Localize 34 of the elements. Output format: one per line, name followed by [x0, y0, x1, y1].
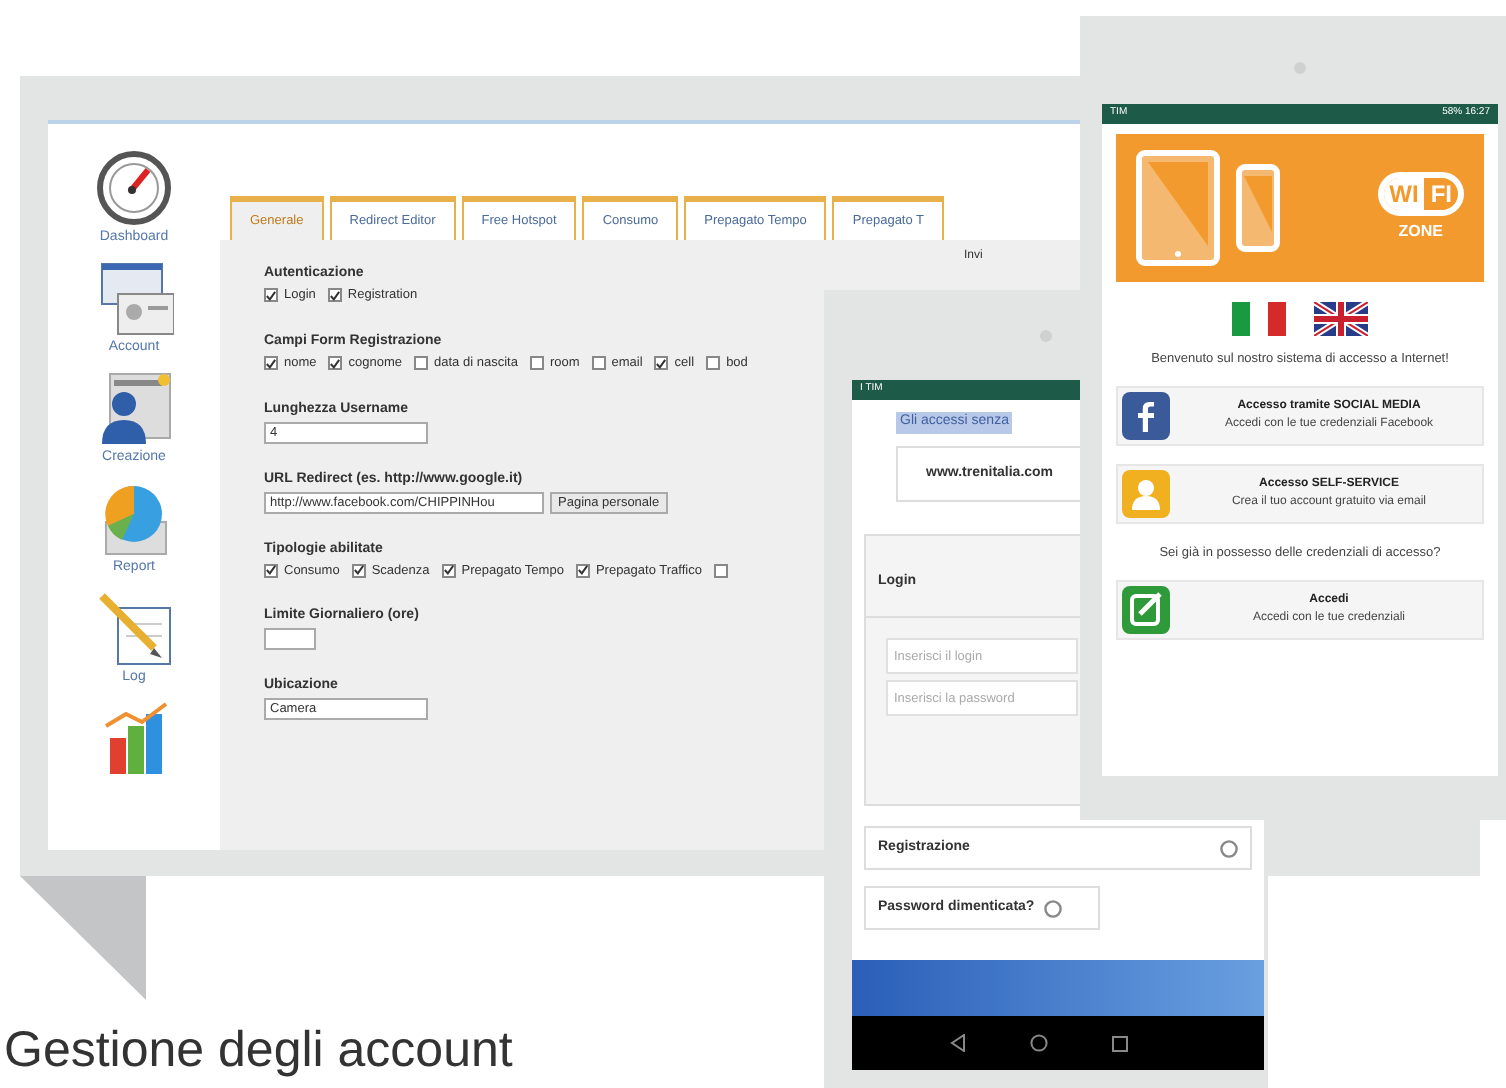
checkbox[interactable]: [713, 563, 728, 578]
circle-icon: [1220, 839, 1238, 857]
checkbox[interactable]: [575, 563, 590, 578]
tablet-icon: [1136, 150, 1220, 266]
checkbox[interactable]: [706, 356, 721, 371]
checkbox[interactable]: [591, 356, 606, 371]
checkbox[interactable]: [654, 356, 669, 371]
person-icon: [1122, 470, 1170, 518]
checkbox[interactable]: [264, 356, 278, 371]
checkbox[interactable]: [327, 288, 342, 303]
notepad-pencil-icon[interactable]: [94, 588, 174, 668]
checkbox[interactable]: [529, 356, 544, 371]
home-icon[interactable]: [1029, 1034, 1047, 1052]
facebook-icon: [1122, 392, 1170, 440]
gauge-icon[interactable]: [94, 148, 174, 228]
wifi-text: FI: [1428, 178, 1454, 210]
british-flag-icon[interactable]: [1314, 302, 1368, 336]
corner-triangle-icon: [20, 876, 146, 1000]
smartphone-icon: [1236, 164, 1280, 252]
wifi-text: WI: [1383, 178, 1425, 210]
checkbox[interactable]: [264, 563, 278, 578]
checkbox[interactable]: [328, 356, 343, 371]
recents-icon[interactable]: [1111, 1035, 1127, 1051]
input-field[interactable]: [264, 628, 316, 651]
italian-flag-icon[interactable]: [1232, 302, 1286, 336]
caption: Gestione degli account: [4, 1020, 513, 1080]
circle-icon: [1044, 899, 1063, 917]
zone-text: ZONE: [1398, 220, 1443, 244]
edit-icon: [1122, 586, 1170, 634]
checkbox[interactable]: [414, 356, 429, 371]
back-icon[interactable]: [949, 1034, 965, 1052]
checkbox[interactable]: [264, 288, 278, 303]
checkbox[interactable]: [351, 563, 366, 578]
checkbox[interactable]: [441, 563, 456, 578]
